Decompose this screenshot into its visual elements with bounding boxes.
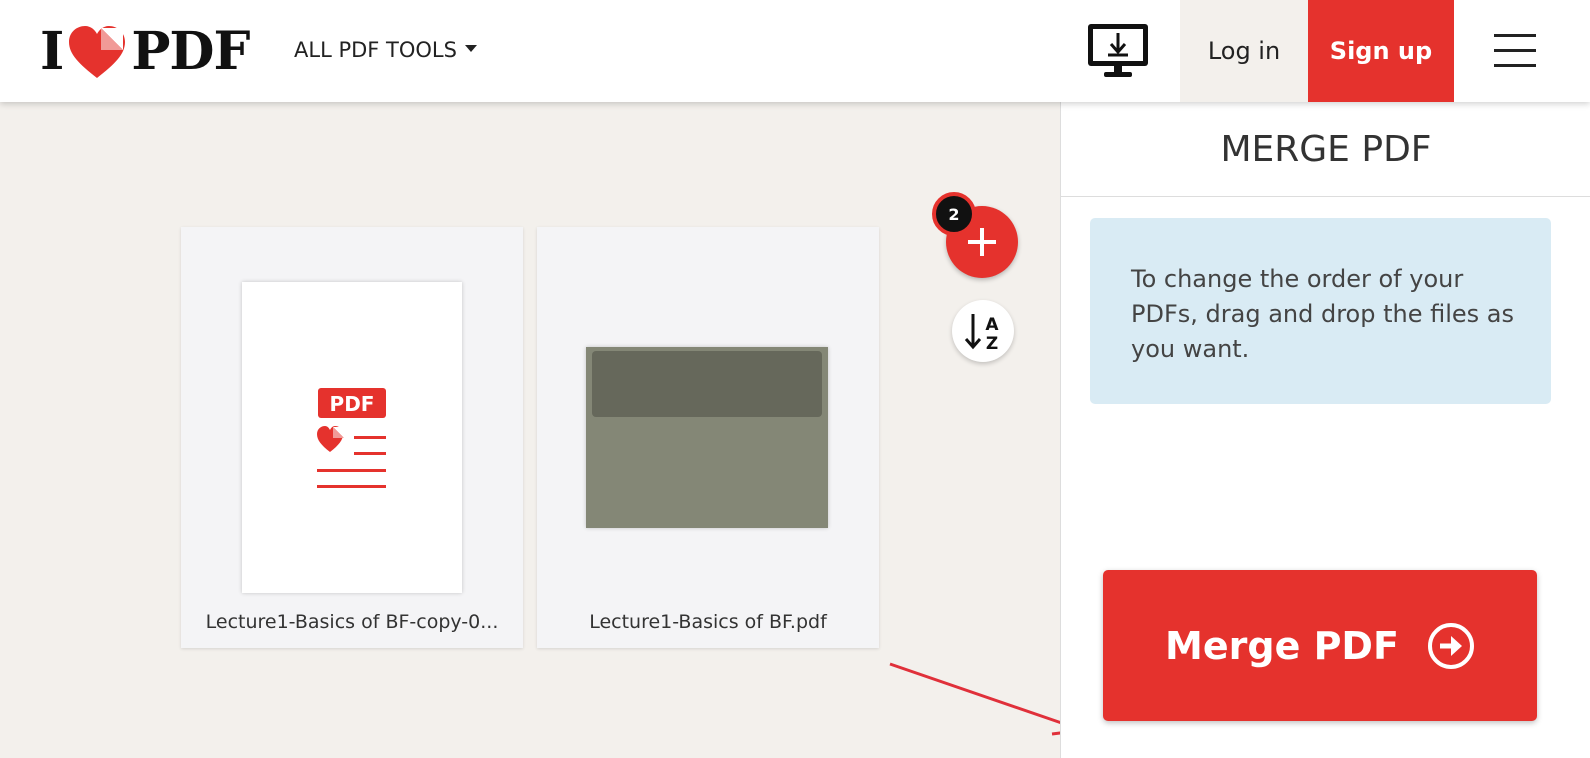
heart-logo-icon bbox=[69, 26, 126, 78]
ilovepdf-logo[interactable]: I PDF bbox=[40, 20, 250, 82]
sort-alphabetically-button[interactable]: A Z bbox=[952, 300, 1014, 362]
pdf-thumbnail: PDF bbox=[242, 282, 462, 593]
hamburger-line bbox=[1494, 34, 1536, 37]
desktop-app-download-button[interactable] bbox=[1086, 22, 1150, 80]
sort-letter-z: Z bbox=[986, 334, 998, 352]
slide-thumbnail bbox=[586, 347, 828, 528]
signup-button[interactable]: Sign up bbox=[1308, 0, 1454, 102]
file-card[interactable]: Lecture1-Basics of BF.pdf bbox=[537, 227, 879, 648]
logo-letter-i: I bbox=[40, 20, 64, 82]
all-pdf-tools-label: ALL PDF TOOLS bbox=[294, 38, 457, 62]
pdf-icon-label: PDF bbox=[330, 392, 375, 416]
file-count-badge: 2 bbox=[932, 192, 976, 236]
order-info-text: To change the order of your PDFs, drag a… bbox=[1131, 265, 1515, 363]
order-info-box: To change the order of your PDFs, drag a… bbox=[1090, 218, 1551, 404]
all-pdf-tools-menu[interactable]: ALL PDF TOOLS bbox=[294, 38, 477, 62]
pdf-file-icon: PDF bbox=[317, 388, 386, 488]
file-name: Lecture1-Basics of BF.pdf bbox=[589, 611, 827, 633]
top-header: I PDF ALL PDF TOOLS Log in Sign up bbox=[0, 0, 1590, 102]
hamburger-line bbox=[1494, 49, 1536, 52]
merge-options-sidebar: MERGE PDF To change the order of your PD… bbox=[1060, 102, 1590, 758]
sort-az-icon: A Z bbox=[964, 314, 999, 352]
merge-pdf-button[interactable]: Merge PDF bbox=[1103, 570, 1537, 721]
arrow-right-circle-icon bbox=[1427, 622, 1474, 669]
file-name: Lecture1-Basics of BF-copy-0... bbox=[205, 611, 499, 633]
desktop-download-icon bbox=[1088, 24, 1148, 77]
logo-text-pdf: PDF bbox=[131, 20, 250, 82]
sidebar-title: MERGE PDF bbox=[1061, 102, 1590, 197]
slide-title-bar bbox=[592, 351, 822, 417]
file-workspace: PDF Lecture1-Basics of BF-copy-0... Lect… bbox=[0, 102, 1087, 758]
hamburger-menu-icon[interactable] bbox=[1494, 34, 1538, 68]
merge-pdf-button-label: Merge PDF bbox=[1165, 623, 1399, 668]
login-button[interactable]: Log in bbox=[1180, 0, 1308, 102]
hamburger-line bbox=[1494, 64, 1536, 67]
file-card[interactable]: PDF Lecture1-Basics of BF-copy-0... bbox=[181, 227, 523, 648]
caret-down-icon bbox=[464, 44, 477, 52]
sort-letter-a: A bbox=[985, 315, 999, 335]
